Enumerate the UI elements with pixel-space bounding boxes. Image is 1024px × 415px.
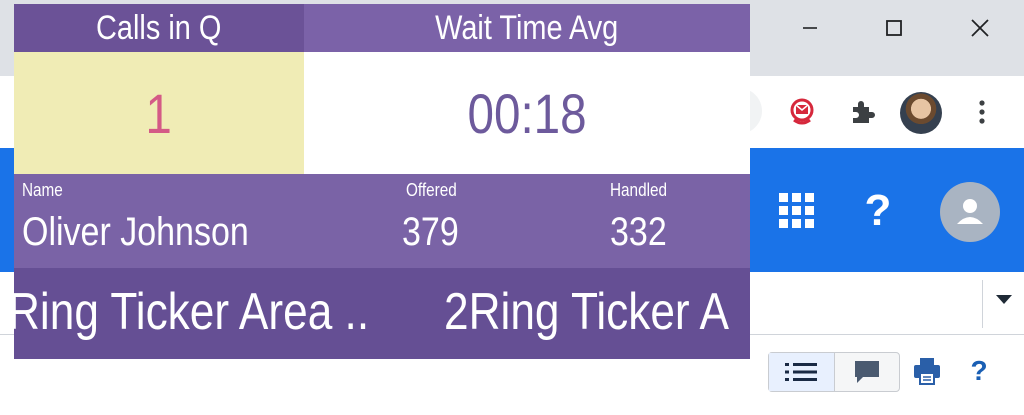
account-circle-icon[interactable] — [940, 182, 1000, 242]
puzzle-extension-icon[interactable] — [840, 90, 884, 134]
view-toggle — [768, 352, 900, 392]
wallboard-panel: Calls in Q Wait Time Avg 1 00:18 Name Of… — [14, 4, 750, 359]
wait-time-avg-header: Wait Time Avg — [304, 4, 750, 52]
calls-in-queue-value: 1 — [14, 52, 304, 174]
mail-extension-icon[interactable] — [780, 90, 824, 134]
ticker-text: 2Ring Ticker A — [444, 283, 729, 341]
ticker-text: Ring Ticker Area .. — [14, 283, 370, 341]
apps-grid-icon[interactable] — [772, 186, 822, 236]
offered-count: 379 — [402, 210, 459, 254]
calls-in-queue-header: Calls in Q — [14, 4, 304, 52]
handled-label: Handled — [610, 180, 668, 200]
help-button[interactable]: ? — [962, 354, 996, 388]
handled-count: 332 — [610, 210, 667, 254]
ticker-area: Ring Ticker Area .. 2Ring Ticker A — [14, 268, 750, 359]
agent-stats-row: Name Offered Handled Oliver Johnson 379 … — [14, 174, 750, 268]
chevron-down-icon[interactable] — [992, 290, 1016, 310]
agent-name: Oliver Johnson — [22, 210, 249, 254]
list-view-icon[interactable] — [769, 353, 834, 391]
profile-avatar[interactable] — [900, 92, 942, 134]
chat-view-icon[interactable] — [833, 353, 900, 391]
wait-time-avg-value: 00:18 — [304, 52, 750, 174]
offered-label: Offered — [406, 180, 457, 200]
kebab-menu-icon[interactable] — [960, 90, 1004, 134]
print-icon[interactable] — [910, 354, 944, 388]
name-label: Name — [22, 180, 63, 200]
close-icon[interactable] — [950, 6, 1010, 50]
divider — [982, 280, 983, 328]
minimize-icon[interactable] — [780, 6, 840, 50]
help-button[interactable]: ? — [854, 186, 902, 236]
maximize-icon[interactable] — [864, 6, 924, 50]
